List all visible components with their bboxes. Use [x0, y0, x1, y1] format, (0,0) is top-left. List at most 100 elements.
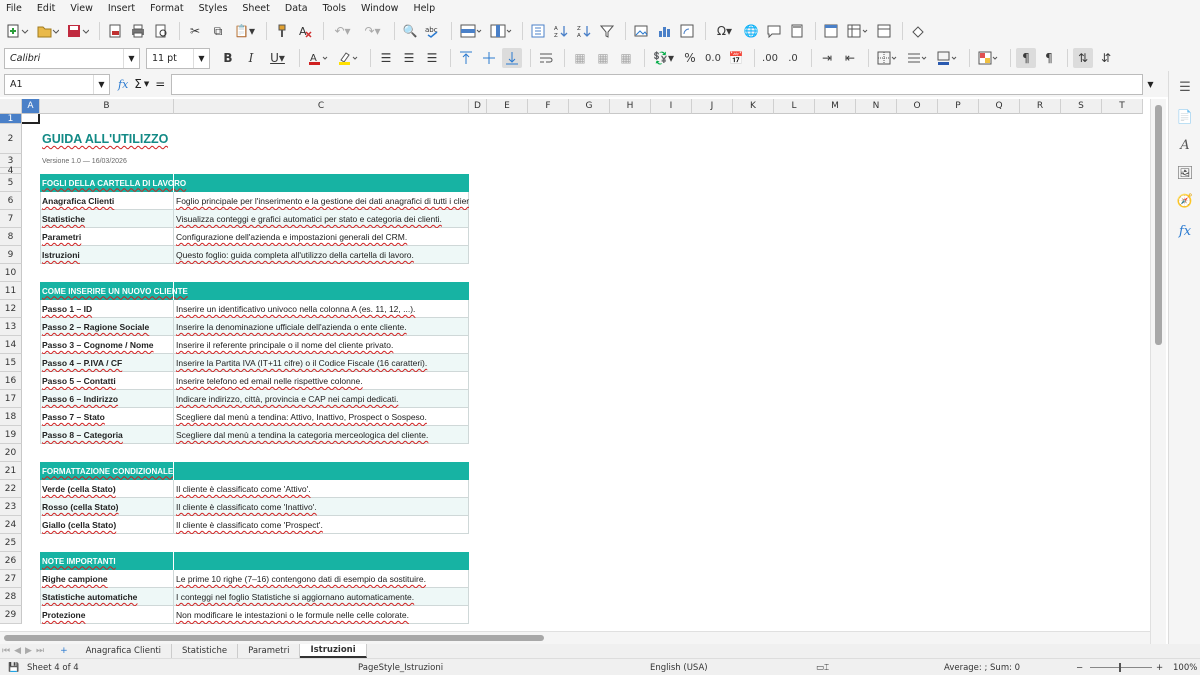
- chart-icon[interactable]: [654, 21, 674, 41]
- find-replace-icon[interactable]: 🔍: [400, 21, 420, 41]
- border-color-icon[interactable]: [934, 48, 961, 68]
- row-header-27[interactable]: 27: [0, 570, 22, 588]
- sidebar-menu-icon[interactable]: ☰: [1175, 77, 1195, 97]
- column-header-l[interactable]: L: [774, 99, 815, 114]
- row-header-21[interactable]: 21: [0, 462, 22, 480]
- sort-ascending-icon[interactable]: AZ: [551, 21, 571, 41]
- row-header-8[interactable]: 8: [0, 228, 22, 246]
- formula-icon[interactable]: =: [155, 77, 165, 91]
- text-top-to-bottom-icon[interactable]: ⇵: [1096, 48, 1116, 68]
- wrap-text-icon[interactable]: [536, 48, 556, 68]
- font-size-box[interactable]: 11 pt ▼: [146, 47, 210, 69]
- zoom-slider-thumb[interactable]: [1119, 663, 1121, 672]
- chevron-down-icon[interactable]: ▼: [193, 48, 209, 68]
- tab-statistiche[interactable]: Statistiche: [172, 644, 239, 658]
- column-header-e[interactable]: E: [487, 99, 528, 114]
- column-header-m[interactable]: M: [815, 99, 856, 114]
- first-sheet-icon[interactable]: ⏮: [0, 646, 12, 656]
- clone-formatting-icon[interactable]: [272, 21, 292, 41]
- row-header-29[interactable]: 29: [0, 606, 22, 624]
- print-icon[interactable]: [128, 21, 148, 41]
- border-style-icon[interactable]: [904, 48, 931, 68]
- row-header-5[interactable]: 5: [0, 174, 22, 192]
- special-character-icon[interactable]: Ω▾: [711, 21, 738, 41]
- function-wizard-icon[interactable]: fx: [118, 78, 128, 91]
- navigator-icon[interactable]: 🧭: [1175, 191, 1195, 211]
- align-top-icon[interactable]: [456, 48, 476, 68]
- merge-center-icon[interactable]: ▦: [570, 48, 590, 68]
- highlight-color-icon[interactable]: [335, 48, 362, 68]
- bold-icon[interactable]: B: [218, 48, 238, 68]
- sort-descending-icon[interactable]: ZA: [574, 21, 594, 41]
- unmerge-cells-icon[interactable]: ▦: [616, 48, 636, 68]
- spelling-icon[interactable]: abc: [423, 21, 443, 41]
- row-header-23[interactable]: 23: [0, 498, 22, 516]
- tab-istruzioni[interactable]: Istruzioni: [300, 644, 367, 658]
- document-modified-icon[interactable]: 💾: [8, 663, 19, 673]
- autofilter-icon[interactable]: [597, 21, 617, 41]
- row-header-25[interactable]: 25: [0, 534, 22, 552]
- cut-icon[interactable]: ✂: [185, 21, 205, 41]
- font-name-box[interactable]: Calibri ▼: [4, 47, 140, 69]
- column-header-o[interactable]: O: [897, 99, 938, 114]
- merge-cells-icon[interactable]: ▦: [593, 48, 613, 68]
- row-header-7[interactable]: 7: [0, 210, 22, 228]
- align-right-icon[interactable]: ☰: [422, 48, 442, 68]
- row-header-14[interactable]: 14: [0, 336, 22, 354]
- previous-sheet-icon[interactable]: ◀: [12, 646, 23, 656]
- italic-icon[interactable]: I: [241, 48, 261, 68]
- save-icon[interactable]: [64, 21, 91, 41]
- zoom-in-icon[interactable]: +: [1156, 663, 1163, 673]
- zoom-level[interactable]: 100%: [1173, 663, 1197, 673]
- column-header-c[interactable]: C: [174, 99, 469, 114]
- row-header-12[interactable]: 12: [0, 300, 22, 318]
- gallery-icon[interactable]: 🖼: [1175, 163, 1195, 183]
- align-left-icon[interactable]: ☰: [376, 48, 396, 68]
- number-format-icon[interactable]: 0.0: [703, 48, 723, 68]
- draw-functions-icon[interactable]: [908, 21, 928, 41]
- borders-icon[interactable]: [874, 48, 901, 68]
- increase-indent-icon[interactable]: ⇥: [817, 48, 837, 68]
- zoom-slider[interactable]: [1090, 667, 1152, 668]
- vertical-scrollbar[interactable]: [1150, 99, 1166, 644]
- row-header-10[interactable]: 10: [0, 264, 22, 282]
- menu-tools[interactable]: Tools: [323, 3, 346, 14]
- tab-parametri[interactable]: Parametri: [238, 644, 301, 658]
- text-direction-rtl-icon[interactable]: ¶: [1039, 48, 1059, 68]
- copy-icon[interactable]: ⧉: [208, 21, 228, 41]
- chevron-down-icon[interactable]: ▼: [144, 80, 149, 88]
- chevron-down-icon[interactable]: ▼: [123, 48, 139, 68]
- decrease-indent-icon[interactable]: ⇤: [840, 48, 860, 68]
- select-all-corner[interactable]: [0, 99, 22, 114]
- headers-footers-icon[interactable]: [787, 21, 807, 41]
- vertical-scroll-thumb[interactable]: [1155, 105, 1162, 345]
- horizontal-scroll-thumb[interactable]: [4, 635, 544, 641]
- next-sheet-icon[interactable]: ▶: [23, 646, 34, 656]
- properties-icon[interactable]: 📄: [1175, 107, 1195, 127]
- column-header-p[interactable]: P: [938, 99, 979, 114]
- row-header-17[interactable]: 17: [0, 390, 22, 408]
- font-color-icon[interactable]: A: [305, 48, 332, 68]
- column-header-j[interactable]: J: [692, 99, 733, 114]
- expand-formula-bar-icon[interactable]: ▼: [1147, 80, 1153, 89]
- zoom-out-icon[interactable]: −: [1076, 663, 1083, 673]
- column-header-r[interactable]: R: [1020, 99, 1061, 114]
- page-style[interactable]: PageStyle_Istruzioni: [358, 663, 443, 673]
- add-decimal-icon[interactable]: .00: [760, 48, 780, 68]
- paste-icon[interactable]: 📋▾: [231, 21, 258, 41]
- menu-insert[interactable]: Insert: [108, 3, 135, 14]
- undo-icon[interactable]: ↶▾: [329, 21, 356, 41]
- column-header-h[interactable]: H: [610, 99, 651, 114]
- redo-icon[interactable]: ↷▾: [359, 21, 386, 41]
- sum-icon[interactable]: Σ: [134, 77, 142, 91]
- open-folder-icon[interactable]: [34, 21, 61, 41]
- menu-sheet[interactable]: Sheet: [242, 3, 269, 14]
- date-format-icon[interactable]: 📅: [726, 48, 746, 68]
- functions-icon[interactable]: fx: [1175, 221, 1195, 241]
- menu-data[interactable]: Data: [285, 3, 308, 14]
- column-header-a[interactable]: A: [22, 99, 40, 114]
- name-box[interactable]: A1 ▼: [4, 73, 110, 95]
- row-header-24[interactable]: 24: [0, 516, 22, 534]
- pivot-table-icon[interactable]: [677, 21, 697, 41]
- row-header-9[interactable]: 9: [0, 246, 22, 264]
